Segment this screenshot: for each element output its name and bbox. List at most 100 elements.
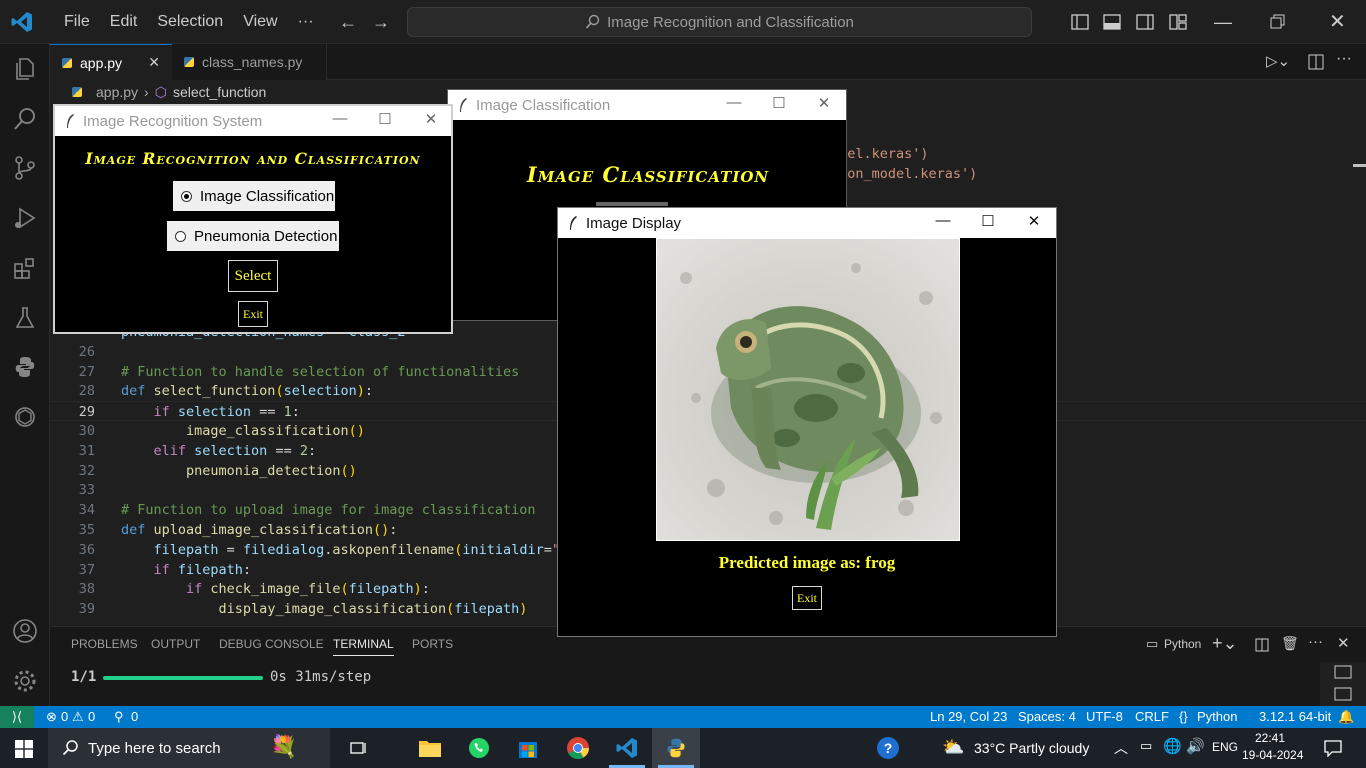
cursor-position[interactable]: Ln 29, Col 23	[930, 709, 1007, 724]
notifications-icon[interactable]	[1324, 739, 1342, 757]
file-explorer-icon[interactable]	[418, 737, 442, 759]
source-control-icon[interactable]	[12, 155, 38, 181]
clock-date[interactable]: 19-04-2024	[1242, 748, 1303, 762]
back-arrow-icon[interactable]: ←	[339, 12, 357, 32]
customize-layout-icon[interactable]	[1169, 13, 1187, 31]
error-count[interactable]: 0	[61, 709, 68, 724]
ports-icon[interactable]: ⚲	[114, 709, 124, 725]
help-icon[interactable]: ?	[876, 736, 900, 760]
clock-time[interactable]: 22:41	[1255, 731, 1285, 745]
taskbar-search[interactable]: Type here to search 💐	[48, 728, 330, 768]
close-icon[interactable]: ✕	[1023, 212, 1045, 230]
show-hidden-icons-icon[interactable]: ︿	[1114, 738, 1128, 758]
account-icon[interactable]	[12, 618, 38, 644]
radio-image-classification[interactable]: Image Classification	[173, 181, 335, 211]
python-icon[interactable]	[12, 354, 38, 380]
minimize-icon[interactable]: —	[329, 110, 351, 127]
battery-icon[interactable]: ▭	[1140, 738, 1152, 754]
tab-class-names-py[interactable]: class_names.py	[172, 44, 327, 80]
run-file-icon[interactable]: ▷⌄	[1266, 52, 1290, 70]
tab-terminal[interactable]: TERMINAL	[333, 637, 394, 656]
select-button[interactable]: Select	[228, 260, 278, 292]
menu-edit[interactable]: Edit	[100, 13, 148, 31]
split-terminal-icon[interactable]	[1255, 638, 1269, 652]
more-icon[interactable]: ···	[1308, 633, 1323, 650]
settings-gear-icon[interactable]	[12, 668, 38, 694]
maximize-icon[interactable]: ☐	[374, 110, 396, 128]
remote-icon[interactable]: ⟩⟨	[0, 706, 34, 728]
close-tab-icon[interactable]: ✕	[148, 54, 160, 71]
menu-more[interactable]: ···	[288, 13, 324, 31]
chatgpt-icon[interactable]	[12, 404, 38, 430]
feather-icon	[460, 98, 467, 112]
terminal-instance-icon[interactable]	[1334, 665, 1352, 679]
tab-ports[interactable]: PORTS	[412, 637, 453, 651]
menu-selection[interactable]: Selection	[147, 13, 233, 31]
ports-count[interactable]: 0	[131, 709, 138, 724]
language-mode[interactable]: Python	[1197, 709, 1237, 724]
maximize-icon[interactable]: ☐	[977, 212, 999, 230]
close-icon[interactable]: ✕	[1329, 12, 1346, 32]
notifications-bell-icon[interactable]: 🔔	[1338, 709, 1354, 725]
terminal-instance-icon[interactable]	[1334, 687, 1352, 701]
weather-cloud-icon[interactable]: ⛅	[942, 737, 964, 758]
toggle-sidebar-icon[interactable]	[1071, 13, 1089, 31]
tab-debug-console[interactable]: DEBUG CONSOLE	[219, 637, 324, 651]
indentation[interactable]: Spaces: 4	[1018, 709, 1076, 724]
breadcrumb-symbol[interactable]: select_function	[173, 84, 266, 100]
menu-file[interactable]: File	[54, 13, 100, 31]
run-debug-icon[interactable]	[12, 205, 38, 231]
trash-icon[interactable]: 🗑	[1281, 635, 1299, 652]
exit-button[interactable]: Exit	[238, 301, 268, 327]
toggle-secondary-sidebar-icon[interactable]	[1136, 13, 1154, 31]
command-center[interactable]: Image Recognition and Classification	[407, 7, 1032, 37]
maximize-icon[interactable]: ☐	[768, 94, 790, 112]
chrome-icon[interactable]	[566, 736, 590, 760]
line-ending[interactable]: CRLF	[1135, 709, 1169, 724]
windows-start-icon[interactable]	[15, 740, 33, 758]
task-view-icon[interactable]	[350, 740, 368, 756]
python-file-icon	[62, 57, 72, 68]
close-icon[interactable]: ✕	[420, 110, 442, 128]
new-terminal-icon[interactable]: +⌄	[1212, 633, 1238, 654]
weather-text[interactable]: 33°C Partly cloudy	[974, 740, 1089, 756]
close-icon[interactable]: ✕	[813, 94, 835, 112]
minimize-icon[interactable]: —	[723, 94, 745, 111]
restore-icon[interactable]	[1270, 14, 1286, 30]
exit-button[interactable]: Exit	[792, 586, 822, 610]
scrollbar-thumb[interactable]	[1353, 164, 1366, 167]
window-title-bar[interactable]: Image Recognition System — ☐ ✕	[55, 106, 451, 136]
interpreter-version[interactable]: 3.12.1 64-bit	[1259, 709, 1331, 724]
error-icon[interactable]: ⊗	[46, 709, 57, 725]
extensions-icon[interactable]	[12, 255, 38, 281]
tab-app-py[interactable]: app.py ✕	[50, 44, 172, 80]
warning-count[interactable]: 0	[88, 709, 95, 724]
encoding[interactable]: UTF-8	[1086, 709, 1123, 724]
vscode-taskbar-icon[interactable]	[615, 736, 639, 760]
tab-problems[interactable]: PROBLEMS	[71, 637, 138, 651]
window-title-bar[interactable]: Image Display — ☐ ✕	[558, 208, 1056, 238]
volume-icon[interactable]: 🔊	[1186, 737, 1205, 755]
whatsapp-icon[interactable]	[467, 736, 491, 760]
menu-view[interactable]: View	[233, 13, 287, 31]
minimize-icon[interactable]: —	[1214, 12, 1232, 32]
microsoft-store-icon[interactable]	[516, 736, 540, 760]
network-globe-icon[interactable]: 🌐	[1163, 737, 1182, 755]
window-title-bar[interactable]: Image Classification — ☐ ✕	[448, 90, 846, 120]
tab-output[interactable]: OUTPUT	[151, 637, 200, 651]
search-icon[interactable]	[12, 106, 38, 132]
explorer-icon[interactable]	[12, 56, 38, 82]
terminal-shell-label[interactable]: Python	[1164, 637, 1201, 651]
breadcrumb-file[interactable]: app.py	[96, 84, 138, 100]
python-app-slot[interactable]	[652, 728, 700, 768]
close-panel-icon[interactable]: ✕	[1337, 634, 1350, 652]
testing-flask-icon[interactable]	[12, 305, 38, 331]
radio-pneumonia-detection[interactable]: Pneumonia Detection	[167, 221, 339, 251]
split-editor-icon[interactable]	[1308, 54, 1324, 70]
toggle-panel-icon[interactable]	[1103, 13, 1121, 31]
more-actions-icon[interactable]: ···	[1336, 50, 1352, 68]
forward-arrow-icon[interactable]: →	[372, 12, 390, 32]
minimize-icon[interactable]: —	[932, 212, 954, 229]
input-language[interactable]: ENG	[1212, 740, 1238, 754]
warning-icon[interactable]: ⚠	[72, 709, 84, 725]
